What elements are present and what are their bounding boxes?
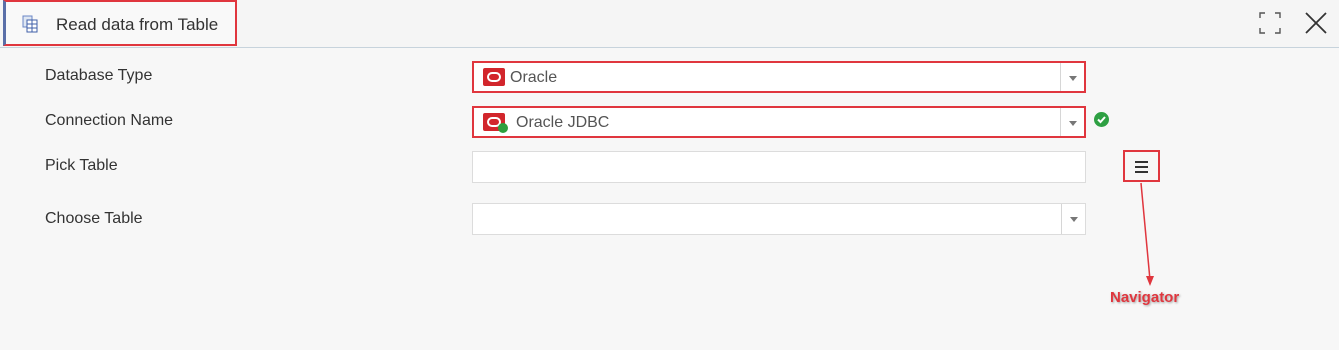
hamburger-menu-icon [1135, 161, 1148, 176]
oracle-connection-icon [483, 113, 508, 133]
chevron-down-icon [1069, 76, 1077, 81]
table-icon [22, 15, 38, 33]
dropdown-arrow-zone[interactable] [1061, 204, 1085, 234]
database-type-label: Database Type [45, 67, 153, 84]
expand-icon[interactable] [1257, 10, 1283, 36]
connection-name-value: Oracle JDBC [516, 114, 610, 131]
dropdown-arrow-zone[interactable] [1060, 108, 1084, 136]
oracle-logo-icon [483, 68, 505, 86]
choose-table-label: Choose Table [45, 210, 143, 227]
navigator-callout: Navigator [1110, 289, 1180, 306]
database-type-value: Oracle [510, 69, 558, 86]
dropdown-arrow-zone[interactable] [1060, 63, 1084, 91]
navigator-button[interactable] [1123, 150, 1160, 182]
pick-table-input[interactable] [472, 151, 1086, 183]
connection-name-select[interactable]: Oracle JDBC [472, 106, 1086, 138]
pick-table-label: Pick Table [45, 157, 118, 174]
dialog-header: Read data from Table [0, 0, 1339, 48]
connection-name-label: Connection Name [45, 112, 174, 129]
tab-read-data-from-table[interactable]: Read data from Table [3, 0, 237, 46]
close-icon[interactable] [1303, 10, 1329, 36]
chevron-down-icon [1070, 217, 1078, 222]
chevron-down-icon [1069, 121, 1077, 126]
choose-table-select[interactable] [472, 203, 1086, 235]
check-circle-icon [1094, 112, 1109, 127]
tab-title: Read data from Table [56, 15, 219, 34]
database-type-select[interactable]: Oracle [472, 61, 1086, 93]
